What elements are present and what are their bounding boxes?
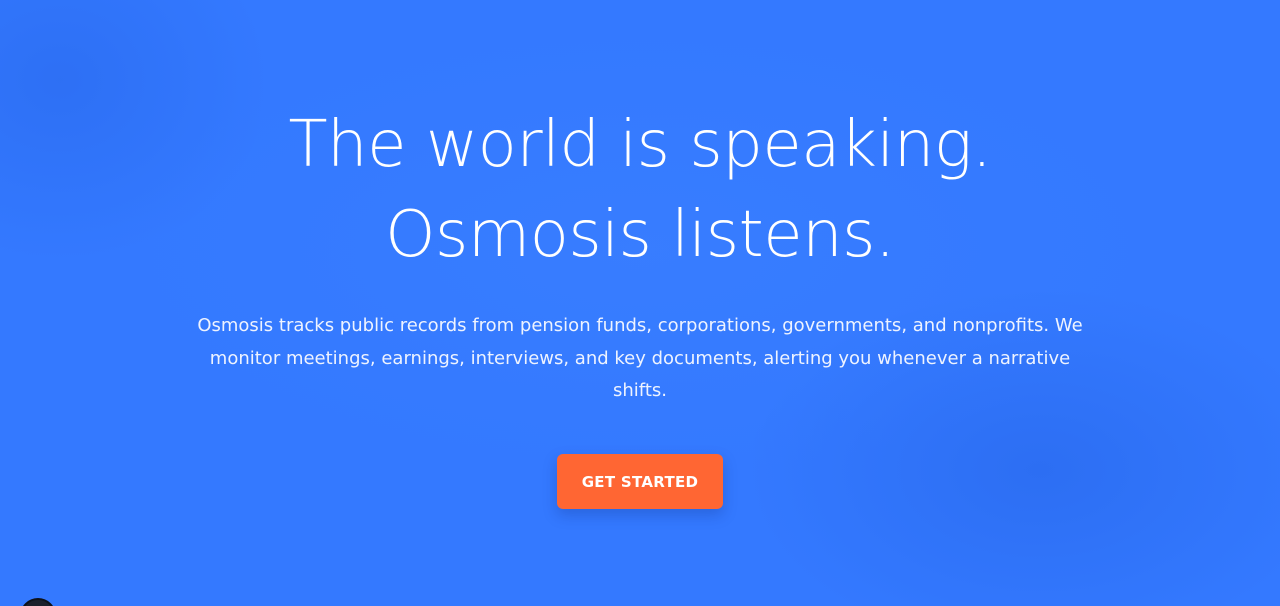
headline-line-2: Osmosis listens. bbox=[385, 198, 895, 272]
chat-launcher-icon[interactable] bbox=[20, 598, 56, 606]
headline-line-1: The world is speaking. bbox=[288, 108, 992, 182]
hero-section: The world is speaking. Osmosis listens. … bbox=[0, 0, 1280, 606]
hero-headline: The world is speaking. Osmosis listens. bbox=[0, 100, 1280, 280]
hero-description: Osmosis tracks public records from pensi… bbox=[197, 315, 1083, 401]
get-started-button[interactable]: GET STARTED bbox=[557, 454, 723, 509]
